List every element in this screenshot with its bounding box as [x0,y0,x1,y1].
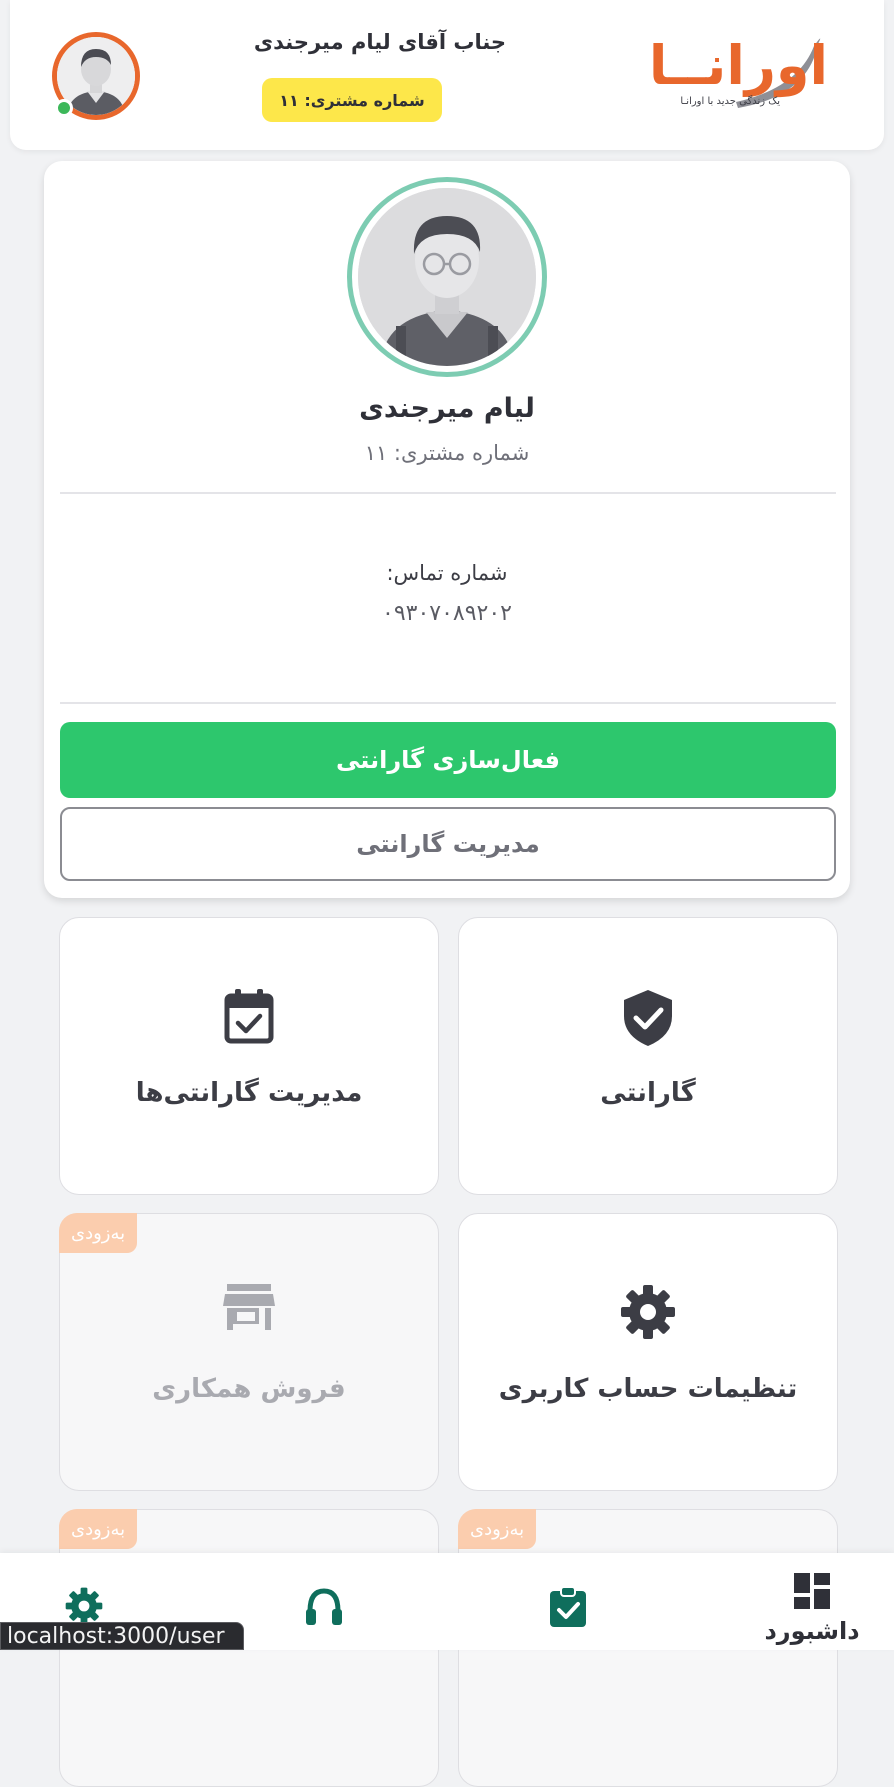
headset-icon [306,1588,342,1625]
profile-avatar[interactable] [347,177,547,377]
tile-label: گارانتی [600,1078,696,1108]
nav-item-support[interactable] [254,1553,394,1650]
clipboard-check-icon [550,1587,586,1627]
online-status-dot [55,99,73,117]
nav-label: داشبورد [764,1617,860,1645]
tile-account-settings[interactable]: تنظیمات حساب کاربری [458,1213,838,1491]
status-bar-url: localhost:3000/user [0,1622,244,1650]
contact-label: شماره تماس: [386,561,508,585]
logo-text: اورانــا [648,34,828,97]
divider [60,702,836,704]
nav-item-tasks[interactable] [498,1553,638,1650]
coming-soon-badge: به‌زودی [458,1509,537,1549]
tile-label: فروش همکاری [152,1374,346,1404]
profile-name: لیام میرجندی [359,393,535,424]
profile-customer-number: شماره مشتری: ۱۱ [364,441,530,465]
brand-logo[interactable]: اورانــا یک زندگی جدید با اورانـا [618,36,828,116]
store-icon [223,1284,275,1330]
tile-label: مدیریت گارانتی‌ها [135,1078,363,1108]
user-avatar-icon [358,188,536,366]
shield-check-icon [624,990,672,1046]
nav-item-dashboard[interactable]: داشبورد [742,1553,882,1650]
activate-warranty-button[interactable]: فعال‌سازی گارانتی [60,722,836,798]
contact-phone: ۰۹۳۰۷۰۸۹۲۰۲ [382,601,512,626]
tile-manage-warranties[interactable]: مدیریت گارانتی‌ها [59,917,439,1195]
tile-affiliate-sales[interactable]: به‌زودی فروش همکاری [59,1213,439,1491]
calendar-check-icon [224,989,274,1044]
gear-icon [621,1285,675,1339]
divider [60,492,836,494]
coming-soon-badge: به‌زودی [59,1509,138,1549]
greeting-title: جناب آقای لیام میرجندی [253,30,507,54]
profile-card: لیام میرجندی شماره مشتری: ۱۱ شماره تماس:… [44,161,850,898]
tile-warranty[interactable]: گارانتی [458,917,838,1195]
customer-number-badge: شماره مشتری: ۱۱ [262,78,442,122]
logo-tagline: یک زندگی جدید با اورانـا [680,96,780,107]
manage-warranty-button[interactable]: مدیریت گارانتی [60,807,836,881]
gear-icon [65,1587,103,1625]
app-header: اورانــا یک زندگی جدید با اورانـا جناب آ… [10,0,884,150]
coming-soon-badge: به‌زودی [59,1213,138,1253]
dashboard-icon [794,1573,830,1609]
tile-label: تنظیمات حساب کاربری [498,1374,798,1404]
